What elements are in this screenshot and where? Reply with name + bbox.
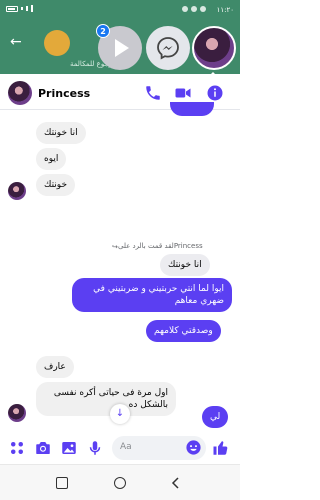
sender-avatar — [8, 404, 26, 422]
messenger-chat-head[interactable] — [146, 26, 190, 70]
play-icon — [115, 39, 129, 57]
sender-avatar — [8, 182, 26, 200]
received-message[interactable]: انا خونتك — [36, 122, 86, 144]
message-input[interactable]: Aa — [112, 436, 206, 460]
back-arrow-icon[interactable]: ← — [10, 34, 22, 50]
messenger-icon — [157, 37, 179, 60]
chat-panel: Princess انا خونتك ايوه خونتك ↪ Princess… — [0, 78, 240, 464]
microphone-icon[interactable] — [86, 439, 104, 457]
sent-message[interactable]: وصدقتي كلامهم — [146, 320, 221, 342]
notification-icon — [200, 6, 206, 12]
status-left-icons — [6, 5, 33, 12]
notification-icon — [182, 6, 188, 12]
battery-icon — [6, 5, 18, 12]
info-icon[interactable] — [206, 84, 224, 102]
chevron-down-icon: ↓ — [115, 408, 125, 419]
signal-icon — [21, 7, 23, 10]
received-message[interactable]: عارف — [36, 356, 74, 378]
princess-chat-head[interactable] — [192, 26, 236, 70]
received-message[interactable]: خونتك — [36, 174, 76, 196]
quoted-message[interactable]: انا خونتك — [160, 254, 210, 276]
notification-icon — [191, 6, 197, 12]
thumbs-up-icon[interactable] — [212, 439, 230, 457]
gallery-icon[interactable] — [60, 439, 78, 457]
avatar[interactable] — [8, 81, 32, 105]
system-nav-bar — [0, 464, 240, 500]
message-list[interactable]: انا خونتك ايوه خونتك ↪ Princessلقد قمت ب… — [0, 102, 240, 432]
background-avatar — [44, 30, 70, 56]
emoji-icon[interactable] — [185, 439, 202, 456]
contact-name[interactable]: Princess — [38, 87, 90, 100]
back-button[interactable] — [170, 477, 182, 489]
scroll-down-button[interactable]: ↓ — [110, 404, 130, 424]
sent-message[interactable]: ايوا لما انتي حربتيني و ضربتيني في ضهري … — [72, 278, 232, 312]
reply-note: Princessلقد قمت بالرد على — [118, 242, 203, 250]
notification-icons — [182, 6, 206, 12]
sent-message[interactable]: لي — [202, 406, 229, 428]
phone-icon[interactable] — [144, 84, 162, 102]
status-bar: ١١:٢٠ — [0, 0, 240, 22]
message-input-placeholder: Aa — [120, 442, 132, 452]
unread-badge: 2 — [96, 24, 110, 38]
status-time: ١١:٢٠ — [216, 6, 234, 14]
video-camera-icon[interactable] — [174, 84, 192, 102]
more-dots-icon[interactable] — [8, 439, 26, 457]
reply-arrow-icon: ↪ — [112, 243, 118, 251]
camera-icon[interactable] — [34, 439, 52, 457]
composer: Aa — [0, 432, 240, 464]
recent-apps-button[interactable] — [56, 477, 68, 489]
sent-message-partial — [170, 102, 214, 116]
home-button[interactable] — [114, 477, 126, 489]
received-message[interactable]: ايوه — [36, 148, 67, 170]
received-message[interactable]: اول مرة فى حياتى أكره نفسى بالشكل ده — [36, 382, 176, 416]
